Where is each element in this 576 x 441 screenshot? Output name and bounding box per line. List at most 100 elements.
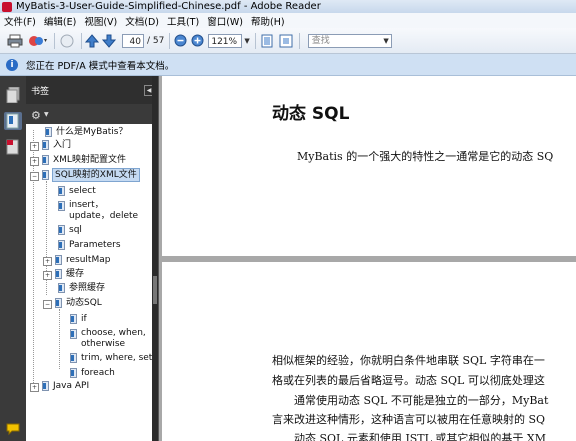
zoom-out-button[interactable] <box>173 32 187 50</box>
section-heading: 动态 SQL <box>272 104 350 124</box>
bookmark-item-selected[interactable]: − SQL映射的XML文件 <box>30 168 140 182</box>
bookmark-item[interactable]: if <box>67 313 87 325</box>
bookmarks-panel-header: 书签 ◀ <box>26 76 158 104</box>
bookmark-item[interactable]: 参照缓存 <box>55 282 105 294</box>
menu-help[interactable]: 帮助(H) <box>247 14 289 28</box>
expand-icon[interactable]: + <box>30 157 39 166</box>
bookmarks-panel-button[interactable] <box>4 112 22 130</box>
bookmark-item[interactable]: choose, when, otherwise <box>67 328 151 349</box>
bookmarks-scrollbar[interactable] <box>152 76 158 441</box>
bookmark-item[interactable]: select <box>55 185 96 197</box>
bookmark-label: insert，update，delete <box>69 200 139 221</box>
bookmark-item[interactable]: foreach <box>67 367 115 379</box>
menu-window[interactable]: 窗口(W) <box>203 14 247 28</box>
bookmark-icon <box>58 283 65 293</box>
menu-bar: 文件(F) 编辑(E) 视图(V) 文档(D) 工具(T) 窗口(W) 帮助(H… <box>0 13 576 29</box>
menu-file[interactable]: 文件(F) <box>0 14 40 28</box>
bookmark-icon <box>55 269 62 279</box>
bookmark-item[interactable]: + 缓存 <box>43 268 84 280</box>
fit-page-button[interactable] <box>278 32 294 50</box>
menu-tools[interactable]: 工具(T) <box>163 14 203 28</box>
toolbar-divider <box>298 32 300 49</box>
bookmark-item[interactable]: Parameters <box>55 239 121 251</box>
bookmark-label: if <box>81 314 87 324</box>
bookmark-item[interactable]: + resultMap <box>43 254 110 266</box>
bookmark-icon <box>58 201 65 211</box>
zoom-in-button[interactable] <box>190 32 204 50</box>
bookmark-item[interactable]: + 入门 <box>30 139 71 151</box>
bookmark-item[interactable]: trim, where, set <box>67 352 152 364</box>
bookmark-label: XML映射配置文件 <box>53 155 126 165</box>
fit-page-icon <box>279 34 293 47</box>
info-message: 您正在 PDF/A 模式中查看本文档。 <box>26 60 175 72</box>
bookmark-label: resultMap <box>66 255 111 265</box>
next-page-button[interactable] <box>102 32 116 50</box>
paragraph-line: 格或在列表的最后省略逗号。动态 SQL 可以彻底处理这 <box>272 374 545 387</box>
bookmark-label: SQL映射的XML文件 <box>52 168 140 182</box>
bookmark-label: 参照缓存 <box>69 283 106 293</box>
toolbar: 40 / 57 121% ▼ 查找 ▼ <box>0 28 576 54</box>
options-gear-icon[interactable]: ⚙ <box>31 109 41 122</box>
bookmark-tree: 什么是MyBatis？ + 入门 + XML映射配置文件 − SQL映射的XML… <box>26 124 154 441</box>
pages-panel-button[interactable] <box>4 86 22 104</box>
zoom-out-icon <box>174 34 187 47</box>
bookmark-icon <box>70 353 77 363</box>
bookmark-icon <box>42 170 49 180</box>
bookmark-icon <box>58 225 65 235</box>
navigation-rail <box>0 76 26 441</box>
bookmark-item[interactable]: sql <box>55 224 82 236</box>
bookmark-item[interactable]: + Java API <box>30 380 89 392</box>
bookmark-item[interactable]: insert，update，delete <box>55 200 139 221</box>
page-total: / 57 <box>147 35 165 46</box>
bookmark-icon <box>58 240 65 250</box>
zoom-level-input[interactable]: 121% <box>208 33 243 48</box>
print-button[interactable] <box>6 32 24 50</box>
expand-icon[interactable]: + <box>30 383 39 392</box>
tree-guide-line <box>33 130 34 383</box>
expand-icon[interactable]: + <box>30 142 39 151</box>
collaborate-button[interactable] <box>27 32 49 50</box>
collapse-icon[interactable]: − <box>30 172 39 181</box>
toolbar-divider <box>54 32 55 49</box>
collaborate-icon <box>29 35 47 46</box>
scrollbar-thumb[interactable] <box>153 276 157 304</box>
document-view[interactable]: 动态 SQL MyBatis 的一个强大的特性之一通常是它的动态 SQ 相似框架… <box>159 76 576 441</box>
globe-icon <box>60 34 74 47</box>
bookmark-item[interactable]: − 动态SQL <box>43 297 102 309</box>
scrolling-mode-button[interactable] <box>259 32 275 50</box>
paragraph-line: MyBatis 的一个强大的特性之一通常是它的动态 SQ <box>297 150 554 163</box>
toolbar-divider <box>254 32 256 49</box>
comments-panel-button[interactable] <box>4 420 22 438</box>
menu-document[interactable]: 文档(D) <box>121 14 163 28</box>
bookmark-label: Parameters <box>69 240 121 250</box>
bookmark-label: trim, where, set <box>81 353 153 363</box>
paragraph-line: 通常使用动态 SQL 不可能是独立的一部分，MyBat <box>272 394 549 407</box>
printer-icon <box>7 34 23 47</box>
menu-edit[interactable]: 编辑(E) <box>40 14 80 28</box>
bookmark-icon <box>42 381 49 391</box>
search-placeholder: 查找 <box>311 35 330 46</box>
expand-icon[interactable]: + <box>43 257 52 266</box>
paragraph-line: 相似框架的经验，你就明白条件地串联 SQL 字符串在一 <box>272 354 545 367</box>
search-dropdown-icon[interactable]: ▼ <box>383 35 388 48</box>
pages-icon <box>6 87 20 103</box>
adobe-reader-icon <box>2 1 12 12</box>
bookmark-icon <box>58 186 65 196</box>
bookmark-item[interactable]: + XML映射配置文件 <box>30 154 126 166</box>
collapse-icon[interactable]: − <box>43 300 52 309</box>
options-dropdown-icon[interactable]: ▼ <box>44 111 49 118</box>
bookmark-label: 动态SQL <box>66 298 102 308</box>
search-input[interactable]: 查找 ▼ <box>307 33 392 48</box>
attach-button[interactable] <box>58 32 76 50</box>
expand-icon[interactable]: + <box>43 271 52 280</box>
zoom-dropdown-icon[interactable]: ▼ <box>244 37 249 45</box>
attachments-panel-button[interactable] <box>4 138 22 156</box>
bookmark-icon <box>45 127 52 137</box>
bookmark-item[interactable]: 什么是MyBatis？ <box>42 126 128 138</box>
menu-view[interactable]: 视图(V) <box>80 14 121 28</box>
previous-page-button[interactable] <box>85 32 99 50</box>
window-title: MyBatis-3-User-Guide-Simplified-Chinese.… <box>16 1 321 12</box>
page-number-input[interactable]: 40 <box>122 33 144 48</box>
bookmarks-icon <box>6 113 19 129</box>
bookmark-icon <box>70 314 77 324</box>
